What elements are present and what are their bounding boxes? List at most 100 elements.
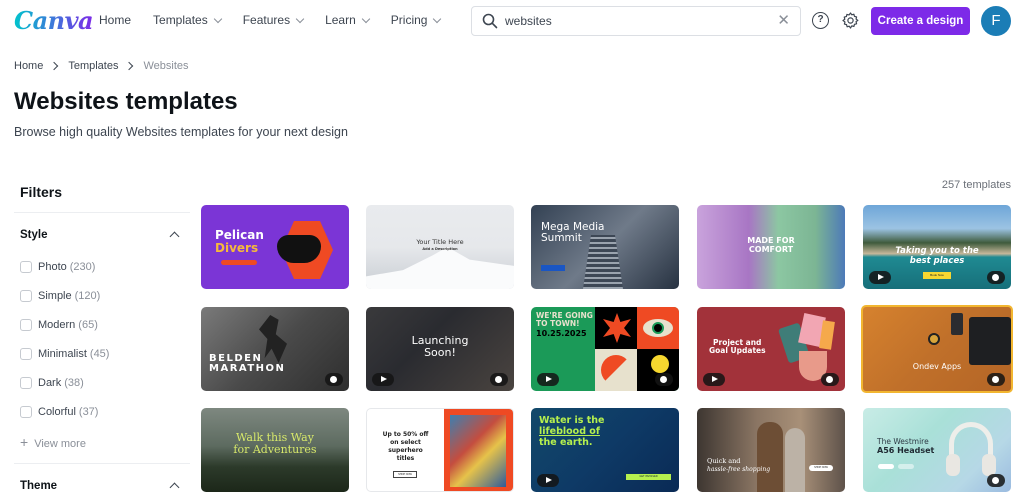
page-title: Websites templates xyxy=(14,88,238,115)
chevron-down-icon xyxy=(213,14,222,23)
nav-templates[interactable]: Templates xyxy=(153,13,222,27)
checkbox[interactable] xyxy=(20,261,32,273)
top-navigation-bar: Canva Home Templates Features Learn Pric… xyxy=(0,0,1024,44)
play-icon[interactable] xyxy=(372,373,394,386)
search-icon xyxy=(482,13,498,29)
template-card[interactable]: Pelican Divers xyxy=(201,205,349,289)
gamepad-image xyxy=(277,235,321,263)
play-icon[interactable] xyxy=(537,474,559,487)
filter-section-title: Theme xyxy=(20,480,58,492)
collage-shape xyxy=(819,320,835,350)
chevron-down-icon xyxy=(361,14,371,23)
filter-option-count: (230) xyxy=(69,261,96,273)
template-card[interactable]: Water is the lifeblood of the earth. GET… xyxy=(531,408,679,492)
eye-pupil xyxy=(652,322,664,334)
filter-option-count: (38) xyxy=(64,377,84,389)
get-involved-button: GET INVOLVED xyxy=(626,474,671,480)
chevron-down-icon xyxy=(295,14,305,23)
filter-option-count: (65) xyxy=(78,319,98,331)
checkbox[interactable] xyxy=(20,319,32,331)
template-card[interactable]: Mega Media Summit xyxy=(531,205,679,289)
divider xyxy=(14,463,190,464)
template-card[interactable]: BELDEN MARATHON xyxy=(201,307,349,391)
nav-learn[interactable]: Learn xyxy=(325,13,371,27)
nav-home[interactable]: Home xyxy=(99,13,131,27)
gear-icon[interactable] xyxy=(841,11,860,30)
template-card[interactable]: Up to 50% off on select superhero titles… xyxy=(366,408,514,492)
breadcrumb-websites: Websites xyxy=(143,60,189,72)
template-subtitle: best places xyxy=(909,256,965,266)
template-card[interactable]: Your Title Here Add a Description xyxy=(366,205,514,289)
template-card[interactable]: WE'RE GOING TO TOWN! 10.25.2025 xyxy=(531,307,679,391)
headset-earcup xyxy=(982,454,996,476)
template-subtitle: hassle-free shopping xyxy=(707,466,771,473)
filter-option-dark[interactable]: Dark (38) xyxy=(20,377,84,389)
template-card[interactable]: MADE FOR COMFORT xyxy=(697,205,845,289)
checkbox[interactable] xyxy=(20,290,32,302)
template-subtitle: for Adventures xyxy=(233,443,317,456)
template-subtitle: Add a Description xyxy=(422,247,458,251)
checkbox[interactable] xyxy=(20,406,32,418)
chevron-right-icon xyxy=(50,61,59,71)
template-card[interactable]: The Westmire A56 Headset xyxy=(863,408,1011,492)
nav-home-label: Home xyxy=(99,13,132,27)
template-card[interactable]: Quick and hassle-free shopping SHOP NOW xyxy=(697,408,845,492)
filter-option-count: (120) xyxy=(74,290,101,302)
canva-logo[interactable]: Canva xyxy=(14,6,94,35)
filter-option-simple[interactable]: Simple (120) xyxy=(20,290,100,302)
template-title: Taking you to the xyxy=(895,246,979,256)
template-card[interactable]: Taking you to the best places Book Now xyxy=(863,205,1011,289)
nav-features-label: Features xyxy=(242,13,291,27)
pro-badge-icon xyxy=(655,373,673,386)
buy-button xyxy=(878,464,894,469)
chevron-up-icon xyxy=(169,231,180,242)
filter-option-count: (37) xyxy=(78,406,99,418)
breadcrumb-templates[interactable]: Templates xyxy=(68,60,118,72)
template-card-selected[interactable]: Ondev Apps xyxy=(861,305,1013,393)
template-subtitle: TO TOWN! xyxy=(536,319,580,328)
breadcrumb: Home Templates Websites xyxy=(14,60,189,72)
filters-heading: Filters xyxy=(20,184,63,200)
filter-option-photo[interactable]: Photo (230) xyxy=(20,261,95,273)
book-now-button: Book Now xyxy=(923,272,951,279)
result-count: 257 templates xyxy=(941,179,1011,191)
avatar[interactable]: F xyxy=(981,6,1011,36)
play-icon[interactable] xyxy=(703,373,725,386)
filter-option-label: Simple xyxy=(38,290,72,302)
search-bar: ✕ xyxy=(471,6,801,36)
filter-option-minimalist[interactable]: Minimalist (45) xyxy=(20,348,109,360)
filter-section-style[interactable]: Style xyxy=(20,229,180,242)
help-icon[interactable]: ? xyxy=(812,12,829,29)
checkbox[interactable] xyxy=(20,348,32,360)
cta-shape xyxy=(221,260,257,265)
filter-section-theme[interactable]: Theme xyxy=(20,480,180,493)
breadcrumb-home[interactable]: Home xyxy=(14,60,43,72)
template-subtitle: MARATHON xyxy=(209,363,286,374)
filter-option-colorful[interactable]: Colorful (37) xyxy=(20,406,98,418)
checkbox[interactable] xyxy=(20,377,32,389)
play-icon[interactable] xyxy=(537,373,559,386)
view-more-label: View more xyxy=(34,438,86,450)
mountain-image xyxy=(366,247,514,289)
close-icon[interactable]: ✕ xyxy=(777,13,790,29)
nav-pricing-label: Pricing xyxy=(390,13,428,27)
search-input[interactable] xyxy=(505,12,765,30)
chevron-up-icon xyxy=(169,482,180,493)
pro-badge-icon xyxy=(987,271,1005,284)
template-line2: on select xyxy=(390,439,421,446)
play-icon[interactable] xyxy=(869,271,891,284)
template-subtitle: A56 Headset xyxy=(877,446,935,455)
nav-features[interactable]: Features xyxy=(242,13,305,27)
template-card[interactable]: Walk this Way for Adventures xyxy=(201,408,349,492)
view-more-button[interactable]: + View more xyxy=(20,434,86,450)
filter-option-modern[interactable]: Modern (65) xyxy=(20,319,98,331)
template-card[interactable]: Project and Goal Updates xyxy=(697,307,845,391)
phone-image xyxy=(951,313,963,335)
template-line2: lifeblood of xyxy=(539,426,600,437)
create-design-button[interactable]: Create a design xyxy=(871,7,970,35)
template-card[interactable]: Launching Soon! xyxy=(366,307,514,391)
template-title: Up to 50% off xyxy=(382,431,429,438)
shop-now-button: SHOP NOW xyxy=(809,465,833,471)
nav-pricing[interactable]: Pricing xyxy=(390,13,442,27)
headset-earcup xyxy=(946,454,960,476)
